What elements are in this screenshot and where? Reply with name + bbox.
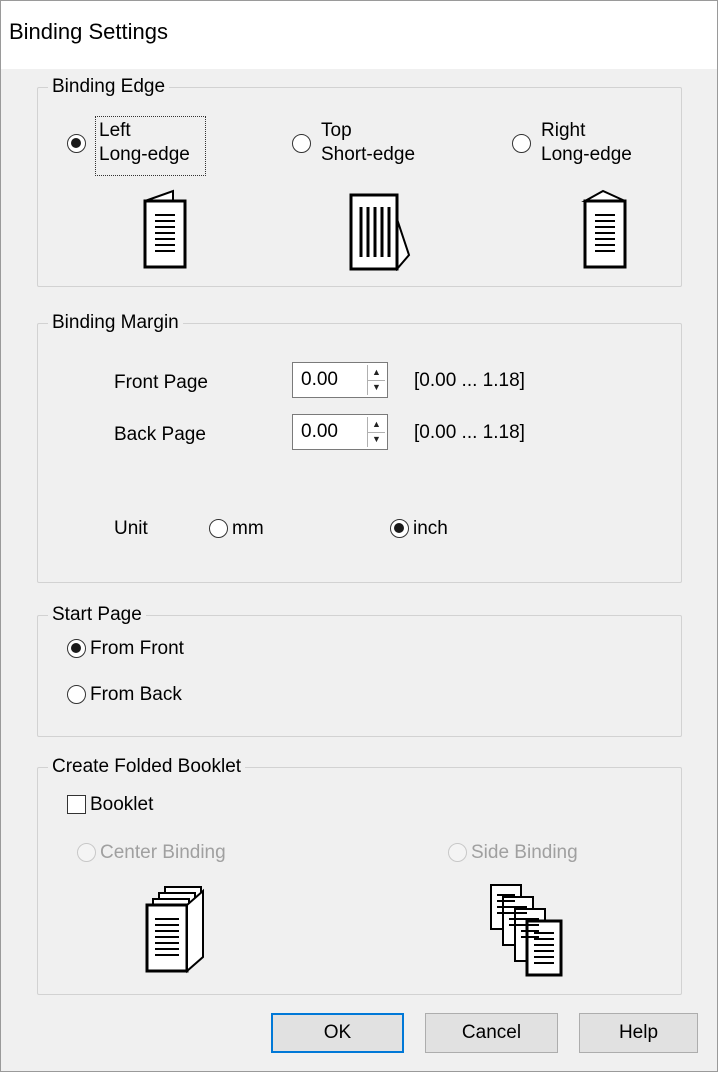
radio-side-binding[interactable]	[448, 843, 467, 862]
back-page-spinner[interactable]: 0.00 ▲ ▼	[292, 414, 388, 450]
center-binding-label[interactable]: Center Binding	[100, 842, 226, 864]
radio-center-binding[interactable]	[77, 843, 96, 862]
cancel-button[interactable]: Cancel	[425, 1013, 558, 1053]
unit-inch-label[interactable]: inch	[413, 518, 448, 540]
front-page-spin-buttons: ▲ ▼	[367, 365, 385, 395]
radio-from-back[interactable]	[67, 685, 86, 704]
radio-unit-inch[interactable]	[390, 519, 409, 538]
booklet-checkbox[interactable]	[67, 795, 86, 814]
center-binding-icon	[143, 881, 219, 977]
start-page-legend: Start Page	[48, 602, 146, 628]
back-page-label: Back Page	[114, 424, 206, 445]
spin-down-icon[interactable]: ▼	[368, 380, 385, 395]
dialog-title: Binding Settings	[9, 19, 168, 44]
radio-top-short-edge[interactable]	[292, 134, 311, 153]
top-label-line2[interactable]: Short-edge	[321, 144, 415, 166]
back-page-range: [0.00 ... 1.18]	[414, 422, 525, 443]
radio-right-long-edge[interactable]	[512, 134, 531, 153]
side-binding-label[interactable]: Side Binding	[471, 842, 578, 864]
side-binding-icon	[487, 881, 571, 977]
front-page-label: Front Page	[114, 372, 208, 393]
unit-mm-label[interactable]: mm	[232, 518, 264, 540]
start-page-group: Start Page	[37, 602, 682, 737]
binding-margin-legend: Binding Margin	[48, 310, 183, 336]
left-label-line1[interactable]: Left	[99, 120, 131, 142]
spin-down-icon[interactable]: ▼	[368, 432, 385, 447]
right-label-line1[interactable]: Right	[541, 120, 585, 142]
ok-button[interactable]: OK	[271, 1013, 404, 1053]
radio-from-front[interactable]	[67, 639, 86, 658]
unit-label: Unit	[114, 518, 148, 539]
front-page-value[interactable]: 0.00	[301, 369, 338, 391]
left-label-line2[interactable]: Long-edge	[99, 144, 190, 166]
binding-settings-dialog: Binding Settings Binding Edge Left Long-…	[0, 0, 718, 1072]
booklet-label[interactable]: Booklet	[90, 794, 153, 816]
back-page-spin-buttons: ▲ ▼	[367, 417, 385, 447]
radio-left-long-edge[interactable]	[67, 134, 86, 153]
front-page-range: [0.00 ... 1.18]	[414, 370, 525, 391]
radio-unit-mm[interactable]	[209, 519, 228, 538]
back-page-value[interactable]: 0.00	[301, 421, 338, 443]
spin-up-icon[interactable]: ▲	[368, 365, 385, 381]
right-label-line2[interactable]: Long-edge	[541, 144, 632, 166]
from-front-label[interactable]: From Front	[90, 638, 184, 660]
help-button[interactable]: Help	[579, 1013, 698, 1053]
left-binding-icon	[137, 189, 193, 271]
front-page-spinner[interactable]: 0.00 ▲ ▼	[292, 362, 388, 398]
right-binding-icon	[577, 189, 633, 271]
title-bar: Binding Settings	[1, 1, 717, 69]
spin-up-icon[interactable]: ▲	[368, 417, 385, 433]
from-back-label[interactable]: From Back	[90, 684, 182, 706]
folded-booklet-legend: Create Folded Booklet	[48, 754, 246, 780]
top-label-line1[interactable]: Top	[321, 120, 352, 142]
binding-edge-legend: Binding Edge	[48, 74, 170, 100]
top-binding-icon	[345, 189, 417, 271]
